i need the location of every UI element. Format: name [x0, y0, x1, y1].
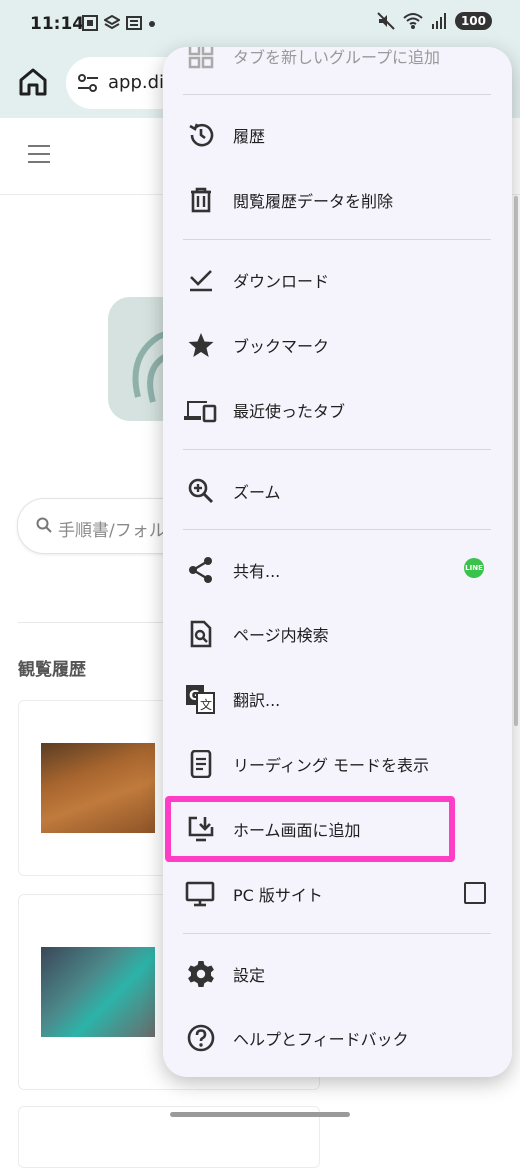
- menu-item-label: ページ内検索: [233, 626, 329, 645]
- translate-icon: G文: [186, 685, 215, 714]
- menu-item-help-feedback[interactable]: ヘルプとフィードバック: [163, 1007, 512, 1067]
- site-settings-icon[interactable]: [76, 73, 100, 93]
- screenshot-icon: [82, 15, 98, 31]
- download-check-icon: [190, 270, 212, 292]
- news-icon: [126, 16, 142, 30]
- page-scrollbar[interactable]: [514, 196, 518, 726]
- menu-item-zoom[interactable]: ズーム: [163, 460, 512, 520]
- status-system-icons: 100: [377, 12, 492, 30]
- menu-item-label: ホーム画面に追加: [233, 821, 361, 840]
- menu-divider: [183, 94, 491, 95]
- dot-icon: [149, 21, 155, 27]
- menu-item-bookmarks[interactable]: ブックマーク: [163, 314, 512, 374]
- reading-mode-icon: [190, 750, 212, 778]
- menu-item-label: ブックマーク: [233, 337, 330, 356]
- menu-item-label: タブを新しいグループに追加: [233, 48, 441, 67]
- menu-item-clear-browsing-data[interactable]: 閲覧履歴データを削除: [163, 169, 512, 229]
- menu-item-share[interactable]: 共有... LINE: [163, 539, 512, 599]
- menu-item-downloads[interactable]: ダウンロード: [163, 249, 512, 309]
- menu-item-label: 翻訳...: [233, 691, 281, 710]
- history-thumbnail: [41, 947, 155, 1037]
- menu-divider: [183, 239, 491, 240]
- menu-item-translate[interactable]: G文 翻訳...: [163, 668, 512, 728]
- menu-item-label: 最近使ったタブ: [233, 402, 346, 421]
- desktop-icon: [185, 881, 215, 907]
- status-notification-icons: [82, 15, 156, 31]
- menu-item-settings[interactable]: 設定: [163, 943, 512, 1003]
- menu-item-label: ズーム: [233, 483, 281, 502]
- menu-item-recent-tabs[interactable]: 最近使ったタブ: [163, 379, 512, 439]
- menu-divider: [183, 933, 491, 934]
- search-icon: [36, 517, 52, 533]
- menu-divider: [183, 529, 491, 530]
- devices-icon: [184, 401, 217, 423]
- status-time: 11:14: [30, 14, 85, 34]
- add-to-home-icon: [188, 816, 214, 842]
- menu-divider: [183, 449, 491, 450]
- share-icon: [189, 557, 212, 583]
- gesture-navigation-bar[interactable]: [170, 1112, 350, 1117]
- menu-item-desktop-site[interactable]: PC 版サイト: [163, 863, 512, 923]
- gear-icon: [188, 961, 214, 987]
- home-icon[interactable]: [16, 65, 50, 99]
- history-thumbnail: [41, 743, 155, 833]
- svg-text:文: 文: [200, 697, 212, 712]
- menu-item-label: 履歴: [233, 127, 266, 146]
- menu-item-label: 共有...: [233, 562, 281, 581]
- menu-item-find-in-page[interactable]: ページ内検索: [163, 603, 512, 663]
- menu-item-label: ヘルプとフィードバック: [233, 1030, 409, 1049]
- menu-item-label: 設定: [233, 966, 266, 985]
- search-placeholder: 手順書/フォル: [58, 521, 166, 541]
- history-heading: 観覧履歴: [18, 660, 86, 680]
- find-in-page-icon: [190, 620, 212, 648]
- menu-item-reading-mode[interactable]: リーディング モードを表示: [163, 733, 512, 793]
- history-icon: [189, 123, 214, 147]
- stack-icon: [104, 15, 120, 30]
- mute-icon: [377, 12, 395, 30]
- menu-item-add-to-home-screen[interactable]: ホーム画面に追加: [163, 798, 512, 858]
- browser-overflow-menu: タブを新しいグループに追加 履歴 閲覧履歴データを削除 ダウンロード ブックマー…: [163, 47, 512, 1077]
- zoom-in-icon: [188, 478, 214, 504]
- menu-item-label: ダウンロード: [233, 272, 330, 291]
- star-icon: [188, 333, 214, 357]
- wifi-icon: [403, 13, 423, 29]
- menu-item-add-tab-to-group[interactable]: タブを新しいグループに追加: [163, 47, 512, 85]
- menu-item-label: 閲覧履歴データを削除: [233, 192, 394, 211]
- menu-item-history[interactable]: 履歴: [163, 104, 512, 164]
- signal-icon: [431, 13, 446, 29]
- menu-item-label: リーディング モードを表示: [233, 756, 429, 775]
- add-to-group-icon: [188, 47, 214, 69]
- line-app-icon[interactable]: LINE: [464, 558, 484, 578]
- hamburger-menu-icon[interactable]: [28, 144, 50, 164]
- menu-item-label: PC 版サイト: [233, 886, 323, 905]
- help-icon: [187, 1024, 215, 1052]
- trash-icon: [191, 187, 211, 213]
- battery-level: 100: [454, 12, 492, 30]
- status-bar: 11:14 100: [0, 0, 520, 48]
- desktop-site-checkbox[interactable]: [464, 882, 486, 904]
